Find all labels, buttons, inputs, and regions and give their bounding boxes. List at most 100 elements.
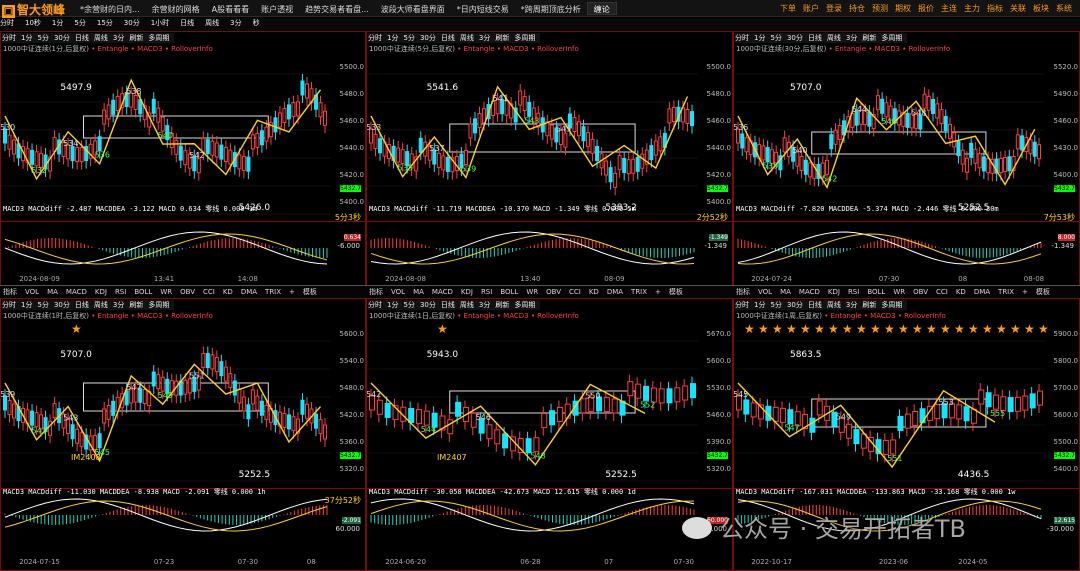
menu-order[interactable]: 下单 (780, 4, 796, 13)
toolbar-indicator-3[interactable]: 指标 (736, 288, 750, 296)
macd-chart[interactable] (734, 221, 1079, 273)
panel-toolbar-item-5[interactable]: 周线 (827, 301, 841, 309)
macd-chart[interactable] (1, 221, 365, 273)
panel-toolbar-item-1[interactable]: 1分 (754, 301, 765, 309)
tab-trend[interactable]: 趋势交易者看盘... (299, 3, 375, 16)
panel-toolbar-item-7[interactable]: 刷新 (129, 301, 143, 309)
panel-toolbar-item-0[interactable]: 分时 (368, 301, 382, 309)
toolbar-dma[interactable]: DMA (241, 288, 257, 296)
period-week[interactable]: 周线 (205, 19, 219, 27)
toolbar-obv-2[interactable]: OBV (546, 288, 561, 296)
period-15m[interactable]: 15分 (97, 19, 113, 27)
toolbar-dma-3[interactable]: DMA (974, 288, 990, 296)
tab-cycle[interactable]: *跨周期顶底分析 (515, 3, 587, 16)
candlestick-chart[interactable]: 5335355375395415435455541.65383.2 (367, 56, 732, 218)
panel-toolbar-item-4[interactable]: 日线 (808, 34, 822, 42)
toolbar-kdj[interactable]: KDJ (95, 288, 107, 296)
panel-toolbar-item-2[interactable]: 5分 (770, 34, 781, 42)
toolbar-macd-2[interactable]: MACD (432, 288, 453, 296)
toolbar-ma-3[interactable]: MA (780, 288, 791, 296)
panel-toolbar-item-4[interactable]: 日线 (808, 301, 822, 309)
toolbar-cci[interactable]: CCI (203, 288, 215, 296)
toolbar-trix-2[interactable]: TRIX (631, 288, 647, 296)
toolbar-cci-3[interactable]: CCI (936, 288, 948, 296)
toolbar-indicator[interactable]: 指标 (3, 288, 17, 296)
panel-toolbar-item-8[interactable]: 多周期 (881, 34, 902, 42)
tab-account[interactable]: 账户透视 (255, 3, 299, 16)
candlestick-chart[interactable]: 5305325345365385405425497.95426.0 (1, 56, 365, 218)
period-1h[interactable]: 1小时 (151, 19, 169, 27)
panel-toolbar-item-3[interactable]: 30分 (54, 301, 70, 309)
panel-toolbar-item-7[interactable]: 刷新 (862, 34, 876, 42)
tab-grid[interactable]: 余营财的网格 (146, 3, 206, 16)
candlestick-chart[interactable]: 5425445465485505525943.05252.5★★IM2407 (367, 323, 732, 485)
toolbar-vol-2[interactable]: VOL (391, 288, 405, 296)
tab-a-share[interactable]: A股看看看 (206, 3, 255, 16)
panel-toolbar-item-7[interactable]: 刷新 (495, 301, 509, 309)
toolbar-trix-3[interactable]: TRIX (998, 288, 1014, 296)
panel-toolbar-item-3[interactable]: 30分 (420, 301, 436, 309)
menu-indicator[interactable]: 指标 (987, 4, 1003, 13)
toolbar-macd-3[interactable]: MACD (799, 288, 820, 296)
period-time[interactable]: 分时 (0, 19, 14, 27)
panel-toolbar-item-3[interactable]: 30分 (787, 301, 803, 309)
panel-toolbar-item-6[interactable]: 3分 (113, 301, 124, 309)
panel-toolbar-item-3[interactable]: 30分 (787, 34, 803, 42)
toolbar-dma-2[interactable]: DMA (607, 288, 623, 296)
toolbar-boll[interactable]: BOLL (134, 288, 152, 296)
menu-system[interactable]: 系统 (1056, 4, 1072, 13)
toolbar-ma-2[interactable]: MA (413, 288, 424, 296)
panel-toolbar-item-1[interactable]: 1分 (21, 34, 32, 42)
tab-rinei[interactable]: *余营财的日内... (74, 3, 146, 16)
panel-toolbar-item-6[interactable]: 3分 (846, 301, 857, 309)
panel-toolbar-item-3[interactable]: 30分 (54, 34, 70, 42)
candlestick-chart[interactable]: 5395415435455475495515707.05252.5★★IM240… (1, 323, 365, 485)
candlestick-chart[interactable]: 5455475495515535555863.54436.5★ ★ ★ ★ ★ ★ ★ ★ ★ ★… (734, 323, 1079, 485)
panel-toolbar-item-7[interactable]: 刷新 (495, 34, 509, 42)
toolbar-wr-3[interactable]: WR (893, 288, 905, 296)
period-1m[interactable]: 1分 (52, 19, 63, 27)
toolbar-add-icon-3[interactable]: + (1022, 288, 1028, 296)
toolbar-trix[interactable]: TRIX (265, 288, 281, 296)
tab-short[interactable]: *日内短线交易 (451, 3, 515, 16)
panel-toolbar-item-6[interactable]: 3分 (479, 34, 490, 42)
panel-toolbar-item-4[interactable]: 日线 (441, 34, 455, 42)
toolbar-wr[interactable]: WR (160, 288, 172, 296)
panel-toolbar-item-8[interactable]: 多周期 (514, 34, 535, 42)
panel-toolbar-item-7[interactable]: 刷新 (862, 301, 876, 309)
panel-toolbar-item-2[interactable]: 5分 (770, 301, 781, 309)
toolbar-kd[interactable]: KD (223, 288, 233, 296)
panel-toolbar-item-8[interactable]: 多周期 (881, 301, 902, 309)
toolbar-wr-2[interactable]: WR (526, 288, 538, 296)
menu-sector[interactable]: 板块 (1033, 4, 1049, 13)
panel-toolbar-item-1[interactable]: 1分 (21, 301, 32, 309)
panel-toolbar-item-5[interactable]: 周线 (827, 34, 841, 42)
toolbar-obv-3[interactable]: OBV (913, 288, 928, 296)
period-10s[interactable]: 10秒 (25, 19, 41, 27)
toolbar-template[interactable]: 模板 (303, 288, 317, 296)
panel-toolbar-item-8[interactable]: 多周期 (148, 34, 169, 42)
toolbar-add-icon-2[interactable]: + (655, 288, 661, 296)
menu-login[interactable]: 登录 (826, 4, 842, 13)
toolbar-rsi[interactable]: RSI (115, 288, 126, 296)
menu-account[interactable]: 账户 (803, 4, 819, 13)
panel-toolbar-item-4[interactable]: 日线 (75, 34, 89, 42)
toolbar-ma[interactable]: MA (47, 288, 58, 296)
toolbar-boll-2[interactable]: BOLL (500, 288, 518, 296)
menu-forecast[interactable]: 预测 (872, 4, 888, 13)
menu-options[interactable]: 期权 (895, 4, 911, 13)
menu-position[interactable]: 持仓 (849, 4, 865, 13)
macd-chart[interactable] (367, 221, 732, 273)
toolbar-macd[interactable]: MACD (66, 288, 87, 296)
panel-toolbar-item-2[interactable]: 5分 (403, 301, 414, 309)
panel-toolbar-item-0[interactable]: 分时 (2, 301, 16, 309)
period-day[interactable]: 日线 (180, 19, 194, 27)
panel-toolbar-item-1[interactable]: 1分 (754, 34, 765, 42)
menu-quote[interactable]: 报价 (918, 4, 934, 13)
panel-toolbar-item-2[interactable]: 5分 (37, 34, 48, 42)
tab-swing[interactable]: 波段大师看盘界面 (375, 3, 451, 16)
panel-toolbar-item-7[interactable]: 刷新 (129, 34, 143, 42)
panel-toolbar-item-3[interactable]: 30分 (420, 34, 436, 42)
panel-toolbar-item-8[interactable]: 多周期 (514, 301, 535, 309)
panel-toolbar-item-4[interactable]: 日线 (441, 301, 455, 309)
